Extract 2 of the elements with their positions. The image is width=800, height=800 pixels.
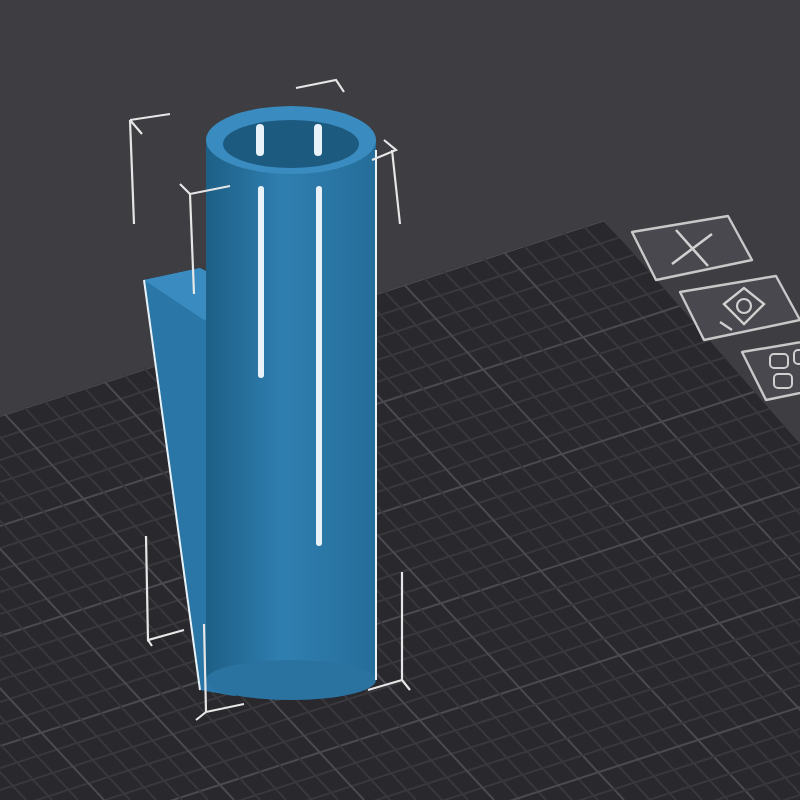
model-drawing[interactable] (143, 106, 377, 700)
delete-icon[interactable] (630, 214, 754, 282)
